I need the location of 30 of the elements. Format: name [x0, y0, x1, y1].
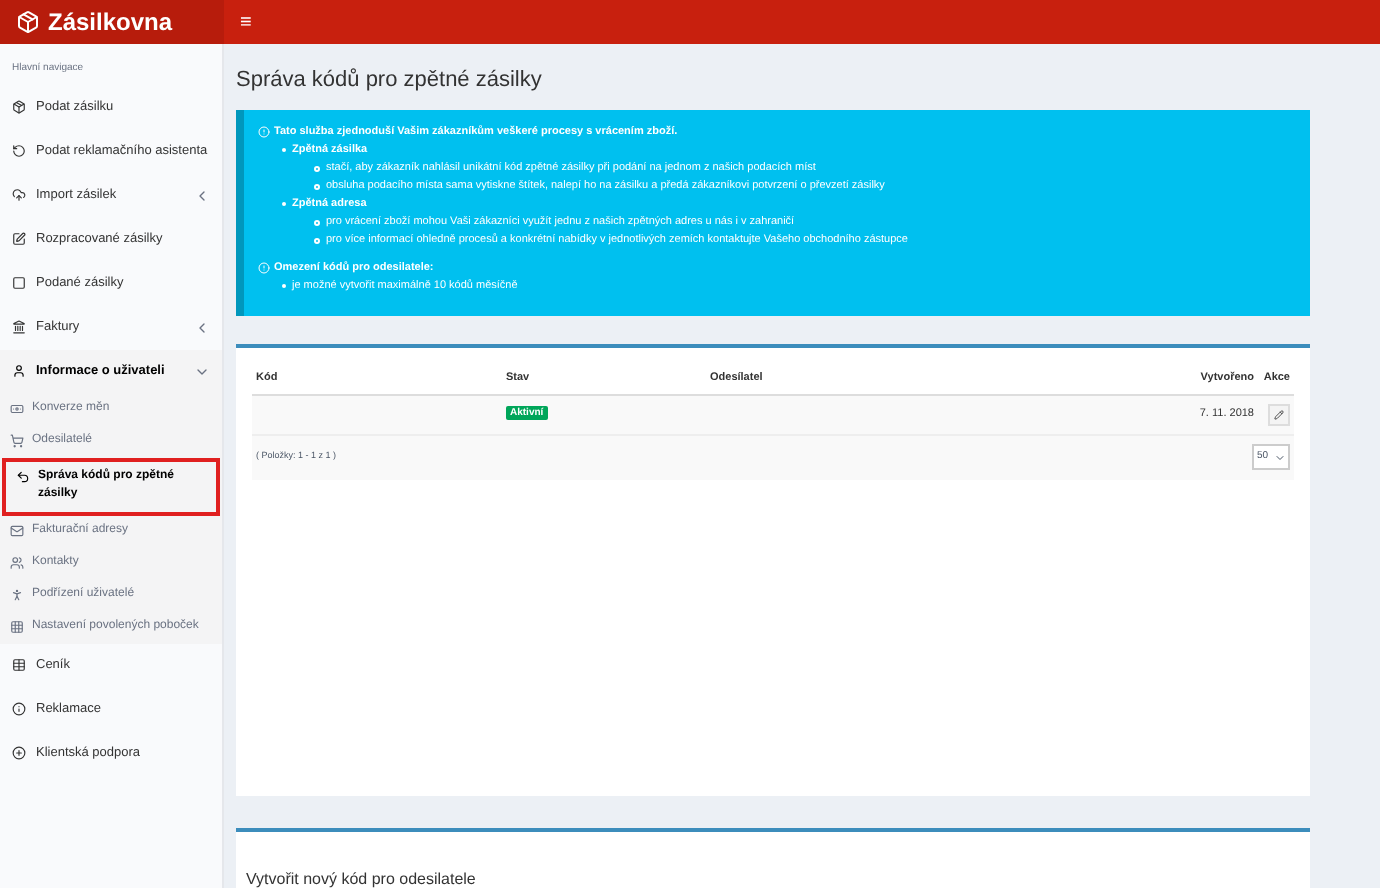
users-icon — [10, 556, 24, 570]
info-icon — [12, 702, 26, 716]
logo-icon — [16, 10, 40, 34]
person-icon — [10, 588, 24, 602]
package-icon — [12, 100, 26, 114]
grid-icon — [10, 620, 24, 634]
rotate-icon — [12, 144, 26, 158]
panel-title: Vytvořit nový kód pro odesilatele — [246, 869, 476, 887]
user-icon — [12, 364, 26, 378]
table-icon — [12, 658, 26, 672]
pencil-icon — [1274, 409, 1284, 419]
cart-icon — [10, 434, 24, 448]
edit-icon — [12, 232, 26, 246]
plus-circle-icon — [12, 746, 26, 760]
edit-button[interactable] — [1268, 403, 1290, 425]
page-title: Správa kódů pro zpětné zásilky — [236, 66, 544, 96]
bullet-icon — [314, 237, 320, 243]
info-icon — [258, 262, 270, 274]
bullet-icon — [314, 183, 320, 189]
envelope-icon — [10, 524, 24, 538]
bullet-icon — [314, 165, 320, 171]
bank-icon — [12, 320, 26, 334]
bullet-icon — [314, 219, 320, 225]
chevron-down-icon — [1274, 451, 1286, 463]
undo-icon — [16, 470, 30, 484]
square-icon — [12, 276, 26, 290]
cloud-upload-icon — [12, 188, 26, 202]
banknote-icon — [10, 402, 24, 416]
menu-button[interactable]: ≡ — [224, 0, 268, 44]
info-icon — [258, 126, 270, 138]
